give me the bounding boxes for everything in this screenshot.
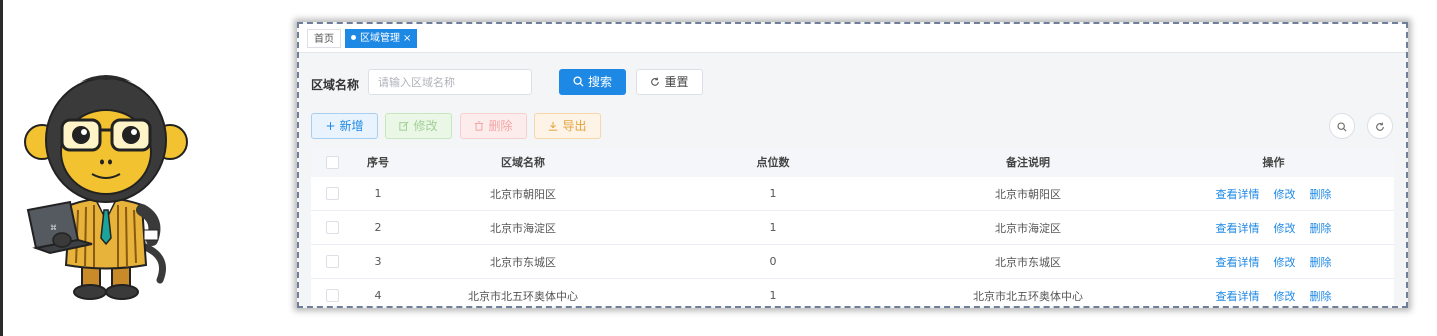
delete-link[interactable]: 删除 (1310, 220, 1332, 236)
toggle-search-button[interactable] (1329, 113, 1355, 139)
row-region-name: 北京市东城区 (490, 255, 556, 269)
left-edge-border (0, 0, 3, 336)
row-point-count: 1 (769, 187, 777, 200)
reset-button-label: 重置 (664, 75, 689, 89)
row-remarks: 北京市海淀区 (995, 221, 1061, 235)
view-details-link[interactable]: 查看详情 (1216, 186, 1260, 202)
search-icon (1337, 121, 1347, 132)
close-icon[interactable]: × (403, 33, 411, 44)
row-checkbox[interactable] (325, 255, 339, 268)
view-details-link[interactable]: 查看详情 (1216, 220, 1260, 236)
refresh-icon (1376, 122, 1384, 131)
active-dot-icon (351, 34, 356, 40)
row-region-name: 北京市朝阳区 (490, 187, 556, 201)
row-checkbox[interactable] (325, 221, 339, 234)
tab-bar: 首页 区域管理 × (299, 24, 1406, 53)
select-all-checkbox[interactable] (325, 155, 339, 169)
table-header: 序号 区域名称 点位数 备注说明 操作 (311, 147, 1394, 177)
view-details-link[interactable]: 查看详情 (1216, 288, 1260, 304)
tab-region-management[interactable]: 区域管理 × (345, 29, 418, 48)
download-icon (549, 121, 558, 131)
edit-link[interactable]: 修改 (1274, 220, 1296, 236)
row-point-count: 1 (769, 221, 777, 234)
header-point-count: 点位数 (756, 156, 790, 169)
row-remarks: 北京市东城区 (995, 255, 1061, 269)
row-remarks: 北京市朝阳区 (995, 187, 1061, 201)
select-all-cell (311, 147, 353, 177)
tab-home[interactable]: 首页 (307, 29, 341, 48)
row-region-name: 北京市海淀区 (490, 221, 556, 235)
delete-link[interactable]: 删除 (1310, 186, 1332, 202)
row-actions: 查看详情 修改 删除 (1153, 245, 1394, 278)
row-actions: 查看详情 修改 删除 (1153, 177, 1394, 210)
row-point-count: 1 (769, 289, 777, 302)
edit-icon (399, 120, 410, 131)
search-button[interactable]: 搜索 (559, 69, 626, 95)
add-button-label: 新增 (339, 119, 364, 133)
tab-region-management-label: 区域管理 (360, 33, 400, 44)
refresh-icon (651, 77, 660, 86)
row-index: 2 (374, 221, 382, 234)
row-index: 3 (374, 255, 382, 268)
plus-icon: + (325, 119, 336, 133)
row-actions: 查看详情 修改 删除 (1153, 211, 1394, 244)
svg-text:⌘: ⌘ (50, 224, 57, 232)
header-actions: 操作 (1262, 156, 1285, 169)
row-actions: 查看详情 修改 删除 (1153, 279, 1394, 306)
row-index: 4 (374, 289, 382, 302)
region-table: 序号 区域名称 点位数 备注说明 操作 1 北京市朝阳区 1 北京市朝阳区 查看… (311, 147, 1394, 306)
row-select-cell (311, 211, 353, 244)
edit-link[interactable]: 修改 (1274, 288, 1296, 304)
search-button-label: 搜索 (587, 75, 612, 89)
monkey-mascot-illustration: ⌘ (24, 75, 188, 300)
region-name-input[interactable]: 请输入区域名称 (368, 69, 532, 95)
row-select-cell (311, 177, 353, 210)
export-button-label: 导出 (562, 119, 587, 133)
trash-icon (475, 120, 484, 131)
delete-button[interactable]: 删除 (460, 113, 527, 139)
row-select-cell (311, 279, 353, 306)
tab-home-label: 首页 (314, 34, 334, 45)
delete-link[interactable]: 删除 (1310, 288, 1332, 304)
table-row: 4 北京市北五环奥体中心 1 北京市北五环奥体中心 查看详情 修改 删除 (311, 279, 1394, 306)
table-row: 3 北京市东城区 0 北京市东城区 查看详情 修改 删除 (311, 245, 1394, 279)
region-name-label: 区域名称 (311, 78, 360, 92)
reset-button[interactable]: 重置 (636, 69, 703, 95)
edit-link[interactable]: 修改 (1274, 186, 1296, 202)
export-button[interactable]: 导出 (534, 113, 601, 139)
delete-button-label: 删除 (488, 119, 513, 133)
table-row: 2 北京市海淀区 1 北京市海淀区 查看详情 修改 删除 (311, 211, 1394, 245)
add-button[interactable]: + 新增 (311, 113, 378, 139)
row-point-count: 0 (769, 255, 777, 268)
edit-button-label: 修改 (413, 119, 438, 133)
edit-link[interactable]: 修改 (1274, 254, 1296, 270)
header-region-name: 区域名称 (501, 156, 545, 169)
search-icon (573, 76, 584, 87)
edit-button[interactable]: 修改 (385, 113, 452, 139)
row-remarks: 北京市北五环奥体中心 (973, 289, 1083, 303)
row-checkbox[interactable] (325, 289, 339, 302)
row-checkbox[interactable] (325, 187, 339, 200)
row-select-cell (311, 245, 353, 278)
row-index: 1 (374, 187, 382, 200)
row-region-name: 北京市北五环奥体中心 (468, 289, 578, 303)
delete-link[interactable]: 删除 (1310, 254, 1332, 270)
refresh-table-button[interactable] (1367, 113, 1393, 139)
view-details-link[interactable]: 查看详情 (1216, 254, 1260, 270)
app-window: 首页 区域管理 × 区域名称 请输入区域名称 搜索 重置 + 新增 修改 删除 导出… (297, 22, 1408, 308)
header-index: 序号 (367, 156, 389, 169)
header-remarks: 备注说明 (1006, 156, 1050, 169)
table-row: 1 北京市朝阳区 1 北京市朝阳区 查看详情 修改 删除 (311, 177, 1394, 211)
